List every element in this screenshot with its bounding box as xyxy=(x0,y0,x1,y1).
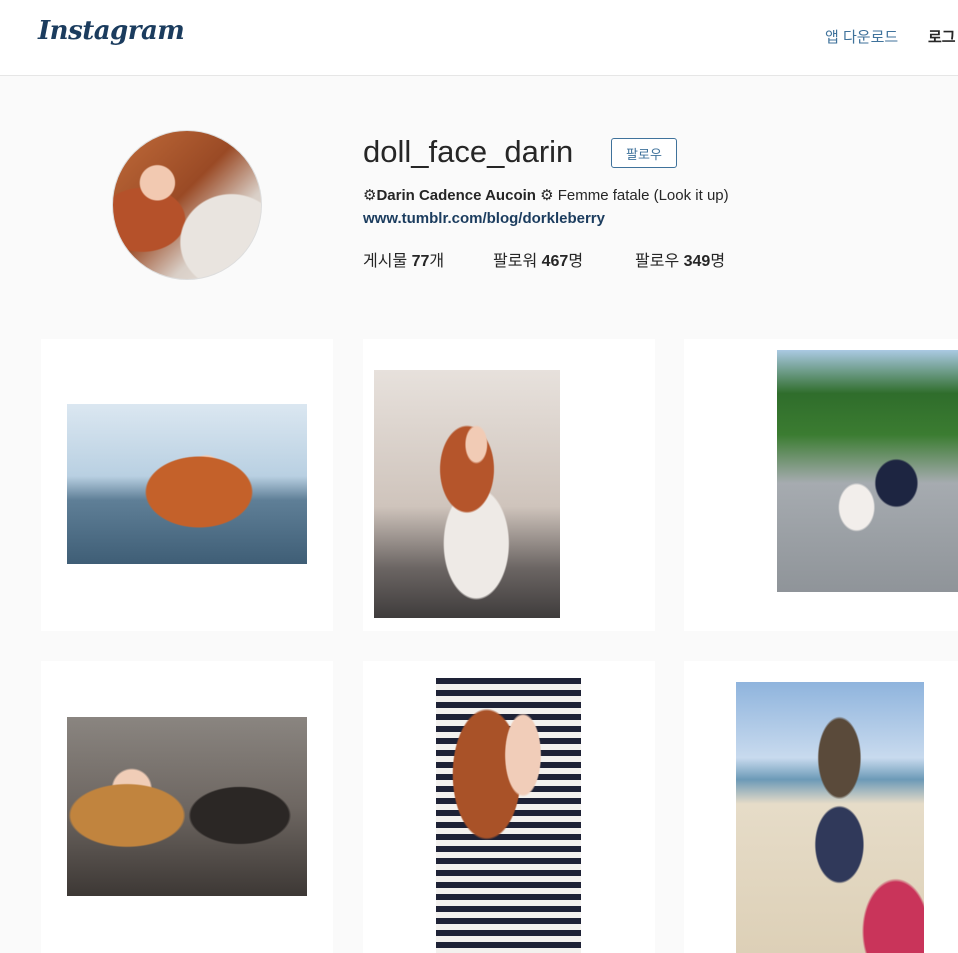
following-label: 팔로우 xyxy=(635,253,684,270)
posts-label: 게시물 xyxy=(363,253,412,270)
bio-text: ⚙ Femme fatale (Look it up) xyxy=(540,187,729,204)
instagram-logo[interactable]: Instagram xyxy=(38,16,185,46)
profile-bio: ⚙Darin Cadence Aucoin ⚙ Femme fatale (Lo… xyxy=(363,186,729,204)
photo-striped-top-selfie xyxy=(436,678,581,953)
profile-avatar xyxy=(112,130,262,280)
grid-photo-6[interactable] xyxy=(684,661,958,953)
followers-count[interactable]: 팔로워 467명 xyxy=(493,247,583,271)
photo-couple-outdoors xyxy=(777,350,958,592)
grid-photo-3[interactable] xyxy=(684,339,958,631)
posts-unit: 개 xyxy=(429,253,445,270)
follow-button[interactable]: 팔로우 xyxy=(611,138,677,168)
login-link[interactable]: 로그 xyxy=(928,26,956,47)
app-download-link[interactable]: 앱 다운로드 xyxy=(825,26,898,47)
followers-value: 467 xyxy=(541,253,569,270)
photo-friends-in-car xyxy=(67,717,307,896)
grid-photo-2[interactable] xyxy=(363,339,655,631)
profile-full-name: Darin Cadence Aucoin xyxy=(376,187,536,204)
profile-website-link[interactable]: www.tumblr.com/blog/dorkleberry xyxy=(363,210,605,227)
following-unit: 명 xyxy=(710,253,726,270)
following-count[interactable]: 팔로우 349명 xyxy=(635,247,725,271)
profile-username: doll_face_darin xyxy=(363,134,574,169)
photo-beach-sun-hat xyxy=(736,682,924,953)
photo-restroom-selfie xyxy=(374,370,560,618)
following-value: 349 xyxy=(683,253,711,270)
grid-photo-4[interactable] xyxy=(41,661,333,953)
photo-selfie-by-water xyxy=(67,404,307,564)
followers-unit: 명 xyxy=(568,253,584,270)
posts-value: 77 xyxy=(411,253,430,270)
gear-icon: ⚙ xyxy=(363,187,377,204)
followers-label: 팔로워 xyxy=(493,253,542,270)
posts-count: 게시물 77개 xyxy=(363,247,444,271)
grid-photo-5[interactable] xyxy=(363,661,655,953)
grid-photo-1[interactable] xyxy=(41,339,333,631)
top-navigation-bar: Instagram 앱 다운로드 로그 xyxy=(0,0,958,76)
